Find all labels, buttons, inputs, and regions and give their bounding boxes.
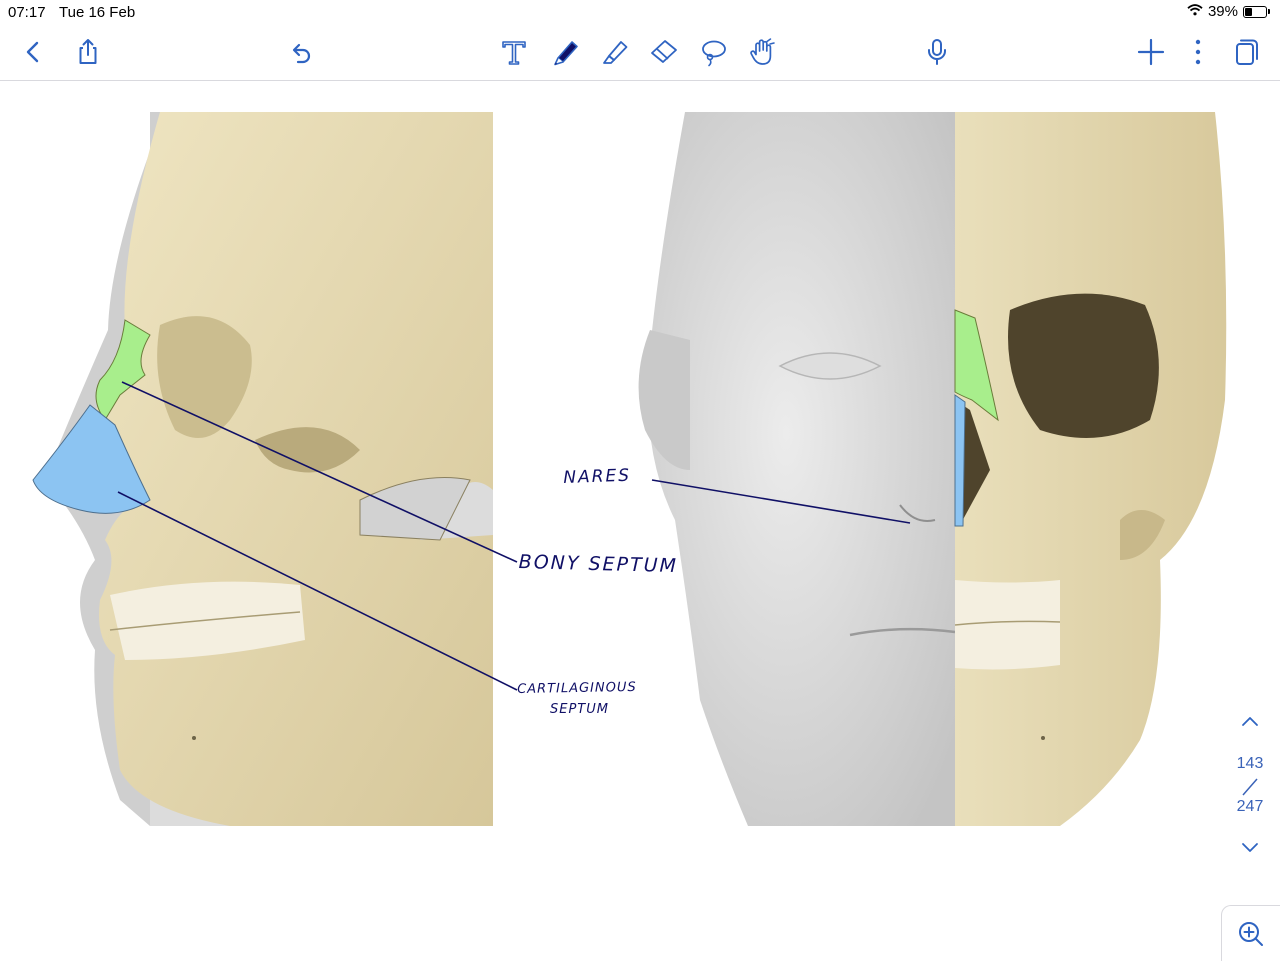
add-page-button[interactable]	[1133, 34, 1169, 70]
status-time: 07:17	[8, 4, 46, 21]
zoom-button[interactable]	[1221, 905, 1280, 961]
status-bar: 07:17 Tue 16 Feb 39%	[0, 0, 1280, 24]
cartilaginous-septum-highlight-front	[954, 394, 966, 527]
undo-icon	[292, 43, 311, 64]
highlighter-tool-icon	[603, 41, 628, 64]
lasso-tool-button[interactable]	[695, 34, 731, 70]
more-icon	[1195, 39, 1201, 65]
chevron-down-icon	[1242, 843, 1258, 852]
wifi-icon	[1187, 3, 1203, 20]
back-button[interactable]	[15, 34, 51, 70]
lasso-tool-icon	[702, 40, 726, 67]
skull-lateral-view	[32, 112, 493, 826]
pen-tool-icon	[554, 41, 578, 66]
total-page-count: 247	[1236, 798, 1264, 815]
chevron-up-icon	[1242, 717, 1258, 726]
battery-tip	[1268, 9, 1270, 14]
page-divider	[1242, 778, 1258, 796]
label-bony-septum: BONY SEPTUM	[518, 551, 679, 578]
page-down-button[interactable]	[1237, 834, 1263, 860]
battery-percent: 39%	[1207, 3, 1238, 20]
eraser-tool-button[interactable]	[646, 34, 682, 70]
back-icon	[26, 41, 39, 63]
share-icon	[79, 39, 97, 64]
page-up-button[interactable]	[1237, 708, 1263, 734]
eraser-tool-icon	[651, 40, 677, 63]
microphone-button[interactable]	[919, 34, 955, 70]
hand-tool-button[interactable]	[744, 34, 780, 70]
current-page-number: 143	[1236, 755, 1264, 772]
pages-button[interactable]	[1228, 34, 1264, 70]
text-tool-button[interactable]	[496, 34, 532, 70]
microphone-icon	[928, 39, 946, 65]
undo-button[interactable]	[283, 34, 319, 70]
label-cartilaginous-septum-line2: SEPTUM	[550, 702, 609, 717]
page-navigator: 143 247	[1220, 700, 1280, 870]
text-tool-icon	[502, 41, 526, 65]
note-canvas[interactable]: BONY SEPTUM CARTILAGINOUS SEPTUM NARES	[0, 81, 1280, 960]
hand-tool-icon	[750, 38, 775, 65]
share-button[interactable]	[70, 34, 106, 70]
status-indicators: 39%	[1187, 3, 1270, 20]
pen-tool-button[interactable]	[548, 34, 584, 70]
zoom-in-icon	[1239, 921, 1263, 946]
battery-icon	[1243, 5, 1267, 18]
battery-level	[1245, 7, 1252, 16]
toolbar	[0, 24, 1280, 81]
pages-icon	[1236, 39, 1258, 65]
more-button[interactable]	[1180, 34, 1216, 70]
label-nares: NARES	[563, 465, 632, 488]
status-date: Tue 16 Feb	[59, 4, 136, 21]
face-skull-front-view	[638, 112, 1227, 826]
anatomy-illustration	[32, 112, 1227, 826]
add-icon	[1137, 38, 1165, 66]
highlighter-tool-button[interactable]	[597, 34, 633, 70]
label-cartilaginous-septum-line1: CARTILAGINOUS	[517, 679, 637, 697]
